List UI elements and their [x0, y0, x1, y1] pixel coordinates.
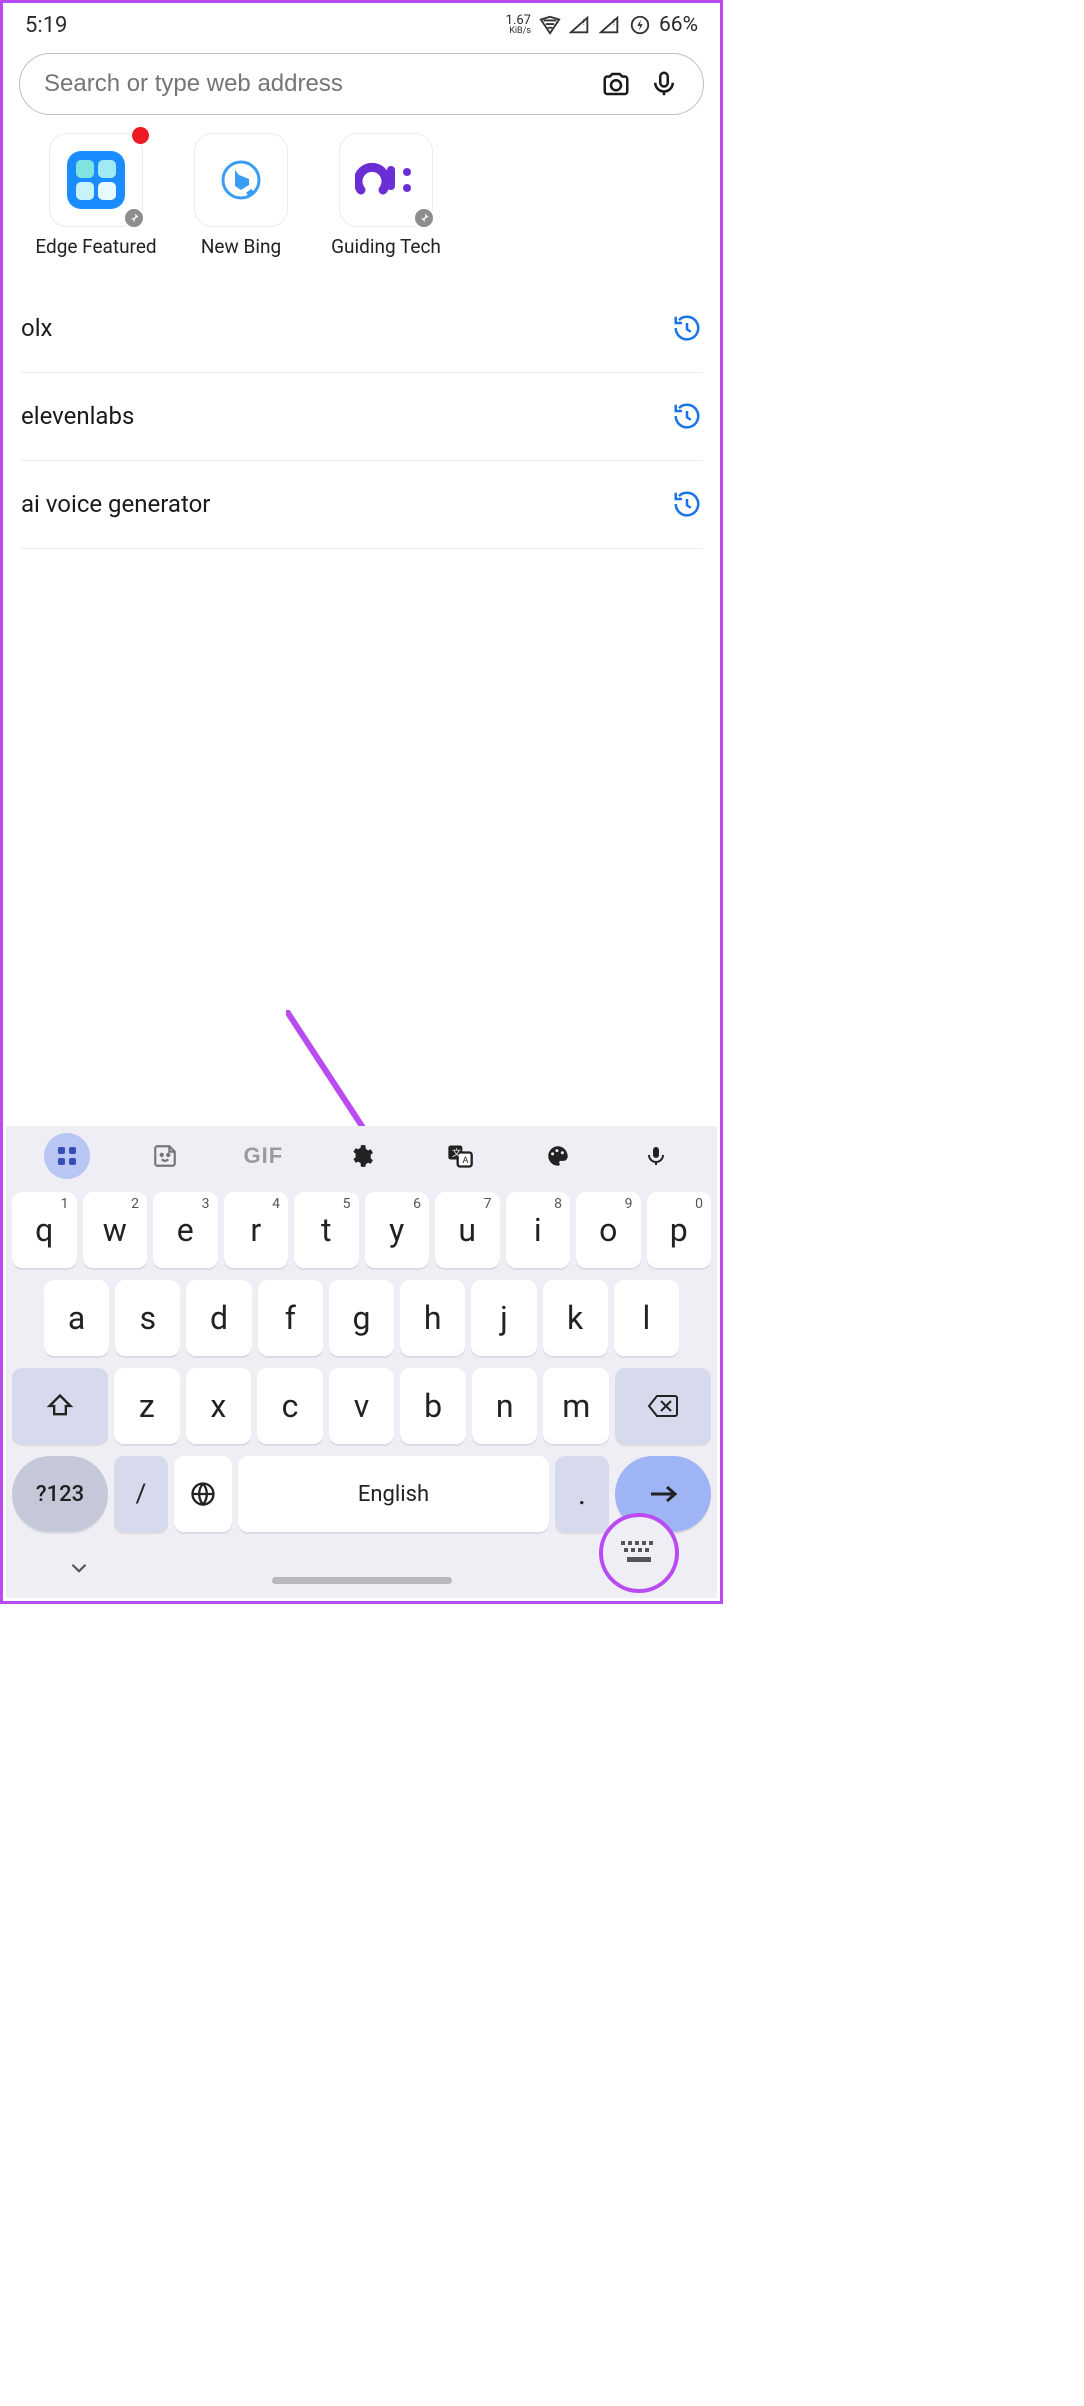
pin-badge-icon — [413, 207, 435, 229]
key-f[interactable]: f — [258, 1280, 323, 1356]
key-x[interactable]: x — [186, 1368, 252, 1444]
dial-label: Guiding Tech — [331, 235, 441, 259]
key-b[interactable]: b — [400, 1368, 466, 1444]
key-s[interactable]: s — [115, 1280, 180, 1356]
key-i[interactable]: i8 — [506, 1192, 571, 1268]
period-key[interactable]: . — [555, 1456, 609, 1532]
slash-key[interactable]: / — [114, 1456, 168, 1532]
history-icon[interactable] — [672, 401, 702, 431]
gear-icon[interactable] — [338, 1133, 384, 1179]
camera-icon[interactable] — [601, 69, 631, 99]
history-icon[interactable] — [672, 313, 702, 343]
edge-featured-icon — [65, 149, 127, 211]
notification-dot — [132, 127, 149, 144]
keyboard-row-3: zxcvbnm — [6, 1362, 717, 1450]
key-o[interactable]: o9 — [576, 1192, 641, 1268]
pin-badge-icon — [123, 207, 145, 229]
nav-handle[interactable] — [272, 1577, 452, 1584]
search-suggestions: olx elevenlabs ai voice generator — [3, 285, 720, 549]
key-u[interactable]: u7 — [435, 1192, 500, 1268]
key-k[interactable]: k — [543, 1280, 608, 1356]
key-m[interactable]: m — [543, 1368, 609, 1444]
key-p[interactable]: p0 — [647, 1192, 712, 1268]
key-j[interactable]: j — [471, 1280, 536, 1356]
system-nav-bar — [6, 1538, 717, 1598]
dial-label: New Bing — [201, 235, 281, 259]
suggestion-item[interactable]: olx — [21, 285, 702, 373]
symbols-key[interactable]: ?123 — [12, 1456, 108, 1532]
key-q[interactable]: q1 — [12, 1192, 77, 1268]
key-z[interactable]: z — [114, 1368, 180, 1444]
key-l[interactable]: l — [614, 1280, 679, 1356]
keyboard-row-2: asdfghjkl — [6, 1274, 717, 1362]
svg-text:!: ! — [583, 18, 585, 28]
microphone-icon[interactable] — [649, 69, 679, 99]
key-w[interactable]: w2 — [83, 1192, 148, 1268]
apps-grid-icon[interactable] — [44, 1133, 90, 1179]
key-v[interactable]: v — [329, 1368, 395, 1444]
key-e[interactable]: e3 — [153, 1192, 218, 1268]
suggestion-item[interactable]: ai voice generator — [21, 461, 702, 549]
suggestion-text: elevenlabs — [21, 402, 134, 430]
key-a[interactable]: a — [44, 1280, 109, 1356]
suggestion-text: ai voice generator — [21, 490, 210, 518]
gif-button[interactable]: GIF — [240, 1133, 286, 1179]
network-speed: 1.67 KiB/s — [506, 14, 531, 36]
keyboard-toolbar: GIF 文A — [6, 1126, 717, 1186]
key-d[interactable]: d — [186, 1280, 251, 1356]
backspace-key[interactable] — [615, 1368, 711, 1444]
key-g[interactable]: g — [329, 1280, 394, 1356]
key-n[interactable]: n — [472, 1368, 538, 1444]
chevron-down-icon[interactable] — [66, 1555, 92, 1581]
battery-saver-icon — [629, 14, 651, 36]
suggestion-item[interactable]: elevenlabs — [21, 373, 702, 461]
history-icon[interactable] — [672, 489, 702, 519]
battery-percent: 66% — [659, 13, 698, 37]
svg-text:文: 文 — [451, 1147, 460, 1159]
svg-text:!: ! — [613, 18, 615, 28]
key-t[interactable]: t5 — [294, 1192, 359, 1268]
address-bar[interactable] — [19, 53, 704, 115]
palette-icon[interactable] — [535, 1133, 581, 1179]
shift-key[interactable] — [12, 1368, 108, 1444]
dial-edge-featured[interactable]: Edge Featured — [31, 133, 161, 259]
guiding-tech-icon — [355, 160, 417, 200]
svg-text:A: A — [462, 1155, 468, 1166]
key-r[interactable]: r4 — [224, 1192, 289, 1268]
translate-icon[interactable]: 文A — [437, 1133, 483, 1179]
status-time: 5:19 — [25, 13, 67, 38]
search-input[interactable] — [44, 70, 583, 98]
sticker-icon[interactable] — [142, 1133, 188, 1179]
signal-1-icon: ! — [569, 14, 591, 36]
bing-icon — [217, 156, 265, 204]
space-key[interactable]: English — [238, 1456, 549, 1532]
key-h[interactable]: h — [400, 1280, 465, 1356]
dial-guiding-tech[interactable]: Guiding Tech — [321, 133, 451, 259]
key-y[interactable]: y6 — [365, 1192, 430, 1268]
dial-new-bing[interactable]: New Bing — [176, 133, 306, 259]
speed-dials: Edge Featured New Bing Guiding Tech — [3, 125, 720, 263]
wifi-icon — [539, 14, 561, 36]
mic-icon[interactable] — [633, 1133, 679, 1179]
dial-label: Edge Featured — [35, 235, 156, 259]
status-bar: 5:19 1.67 KiB/s ! ! 66% — [3, 3, 720, 47]
key-c[interactable]: c — [257, 1368, 323, 1444]
language-key[interactable] — [174, 1456, 232, 1532]
signal-2-icon: ! — [599, 14, 621, 36]
soft-keyboard: GIF 文A q1w2e3r4t5y6u7i8o9p0 asdfghjkl zx… — [6, 1126, 717, 1598]
keyboard-switcher-button[interactable] — [599, 1513, 679, 1593]
suggestion-text: olx — [21, 314, 52, 342]
keyboard-row-1: q1w2e3r4t5y6u7i8o9p0 — [6, 1186, 717, 1274]
keyboard-icon — [619, 1539, 659, 1567]
